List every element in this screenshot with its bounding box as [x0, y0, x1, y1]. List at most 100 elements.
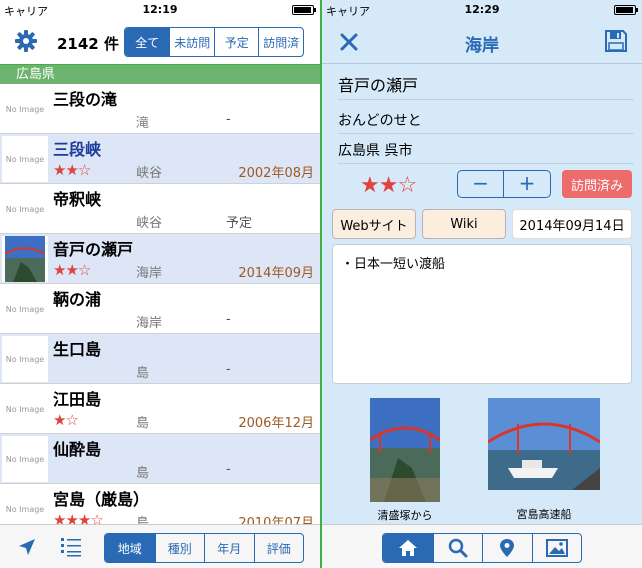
list-icon[interactable]: [60, 536, 82, 558]
spot-name: 鞆の浦: [53, 290, 102, 309]
visit-date: 2006年12月: [238, 416, 314, 431]
spot-name: 三段の滝: [53, 90, 118, 109]
spot-location-field[interactable]: 広島県 呉市: [338, 140, 634, 164]
sort-type[interactable]: 種別: [154, 534, 205, 562]
detail-toolbar: [322, 524, 642, 568]
spot-category: 島: [136, 416, 150, 431]
spot-row[interactable]: No Image 三段峡 ★★☆ 峡谷 2002年08月: [0, 134, 320, 184]
spot-row[interactable]: 音戸の瀬戸 ★★☆ 海岸 2014年09月: [0, 234, 320, 284]
tab-map[interactable]: [482, 534, 532, 562]
filter-unvisited[interactable]: 未訪問: [169, 28, 214, 56]
visit-date: 2010年07月: [238, 516, 314, 524]
battery-icon: [292, 5, 316, 15]
detail-navbar: 海岸: [322, 20, 642, 64]
spot-name: 帝釈峡: [53, 190, 102, 209]
rating-stars: ★☆: [53, 411, 79, 429]
spot-name: 三段峡: [53, 140, 102, 159]
visit-date: 2002年08月: [238, 166, 314, 181]
spot-row[interactable]: No Image 帝釈峡 峡谷 予定: [0, 184, 320, 234]
location-arrow-icon[interactable]: [18, 538, 36, 556]
save-icon[interactable]: [604, 29, 628, 53]
spot-name-field[interactable]: 音戸の瀬戸: [338, 72, 634, 100]
spot-category: 峡谷: [136, 166, 163, 181]
clock: 12:19: [142, 3, 178, 16]
spot-name: 江田島: [53, 390, 102, 409]
no-image-placeholder: No Image: [2, 186, 48, 232]
spot-name: 仙酔島: [53, 440, 102, 459]
tab-photos[interactable]: [531, 534, 582, 562]
spot-name: 宮島（厳島）: [53, 490, 150, 509]
visited-button[interactable]: 訪問済み: [562, 170, 632, 198]
no-image-placeholder: No Image: [2, 136, 48, 182]
no-image-placeholder: No Image: [2, 336, 48, 382]
rating-minus-button[interactable]: −: [458, 171, 505, 197]
list-toolbar: 地域 種別 年月 評価: [0, 524, 320, 568]
spot-status: -: [226, 362, 231, 377]
rating-plus-button[interactable]: +: [504, 171, 550, 197]
spot-count: 2142 件: [57, 35, 119, 53]
spot-status: -: [226, 312, 231, 327]
spot-row[interactable]: No Image 宮島（厳島） ★★★☆ 島 2010年07月: [0, 484, 320, 524]
list-navbar: 2142 件 全て 未訪問 予定 訪問済: [0, 20, 320, 64]
filter-segmented-control: 全て 未訪問 予定 訪問済: [124, 27, 304, 57]
sort-date[interactable]: 年月: [204, 534, 254, 562]
spot-category: 海岸: [136, 266, 163, 281]
photo-2[interactable]: 宮島高速船: [488, 398, 600, 522]
rating-stars: ★★★☆: [53, 511, 104, 524]
no-image-placeholder: No Image: [2, 386, 48, 432]
memo-textarea[interactable]: ・日本一短い渡船: [332, 244, 632, 384]
sort-region[interactable]: 地域: [105, 534, 155, 562]
spot-category: 島: [136, 516, 150, 524]
detail-screen: キャリア 12:29 海岸 音戸の瀬戸 おんどのせと 広島県 呉市 ★★☆ − …: [322, 0, 642, 568]
filter-planned[interactable]: 予定: [213, 28, 259, 56]
visit-date-field[interactable]: 2014年09月14日: [512, 209, 632, 239]
spot-category: 島: [136, 366, 150, 381]
spot-status: -: [226, 112, 231, 127]
no-image-placeholder: No Image: [2, 286, 48, 332]
home-icon: [398, 540, 417, 556]
rating-stars: ★★☆: [53, 261, 91, 279]
spot-row[interactable]: No Image 仙酔島島 -: [0, 434, 320, 484]
photo-1-image[interactable]: [370, 398, 440, 502]
spot-thumbnail: [2, 236, 48, 282]
wiki-button[interactable]: Wiki: [422, 209, 506, 239]
photo-icon: [545, 539, 568, 557]
spot-list[interactable]: No Image 三段の滝滝 - No Image 三段峡 ★★☆ 峡谷 2002年08月 No…: [0, 84, 320, 524]
rating-stepper: − +: [457, 170, 551, 198]
spot-kana-field[interactable]: おんどのせと: [338, 110, 634, 134]
photo-2-image[interactable]: [488, 398, 600, 490]
no-image-placeholder: No Image: [2, 486, 48, 524]
page-title: 海岸: [465, 36, 499, 56]
spot-name: 音戸の瀬戸: [53, 240, 134, 259]
map-pin-icon: [500, 539, 515, 557]
rating-stars: ★★☆: [53, 161, 91, 179]
spot-row[interactable]: No Image 三段の滝滝 -: [0, 84, 320, 134]
sort-rating[interactable]: 評価: [253, 534, 304, 562]
filter-all[interactable]: 全て: [125, 28, 170, 56]
battery-icon: [614, 5, 638, 15]
spot-row[interactable]: No Image 生口島島 -: [0, 334, 320, 384]
photo-1[interactable]: 清盛塚から: [370, 398, 440, 523]
spot-category: 滝: [136, 116, 150, 131]
spot-row[interactable]: No Image 江田島 ★☆ 島 2006年12月: [0, 384, 320, 434]
spot-row[interactable]: No Image 鞆の浦海岸 -: [0, 284, 320, 334]
no-image-placeholder: No Image: [2, 436, 48, 482]
tab-home[interactable]: [383, 534, 433, 562]
gear-icon[interactable]: [14, 29, 38, 53]
filter-visited[interactable]: 訪問済: [258, 28, 303, 56]
list-screen: キャリア 12:19 2142 件 全て 未訪問 予定 訪問済 広島県 No I…: [0, 0, 320, 568]
tab-search[interactable]: [432, 534, 483, 562]
sort-segmented-control: 地域 種別 年月 評価: [104, 533, 304, 563]
visit-date: 2014年09月: [238, 266, 314, 281]
spot-status: -: [226, 462, 231, 477]
detail-segmented-control: [382, 533, 582, 563]
photo-2-caption: 宮島高速船: [516, 508, 572, 521]
spot-status: 予定: [226, 216, 253, 231]
spot-category: 海岸: [136, 316, 163, 331]
status-bar: キャリア 12:29: [322, 0, 642, 20]
search-icon: [448, 538, 468, 558]
website-button[interactable]: Webサイト: [332, 209, 416, 239]
spot-category: 島: [136, 466, 150, 481]
no-image-placeholder: No Image: [2, 86, 48, 132]
clock: 12:29: [464, 3, 500, 16]
